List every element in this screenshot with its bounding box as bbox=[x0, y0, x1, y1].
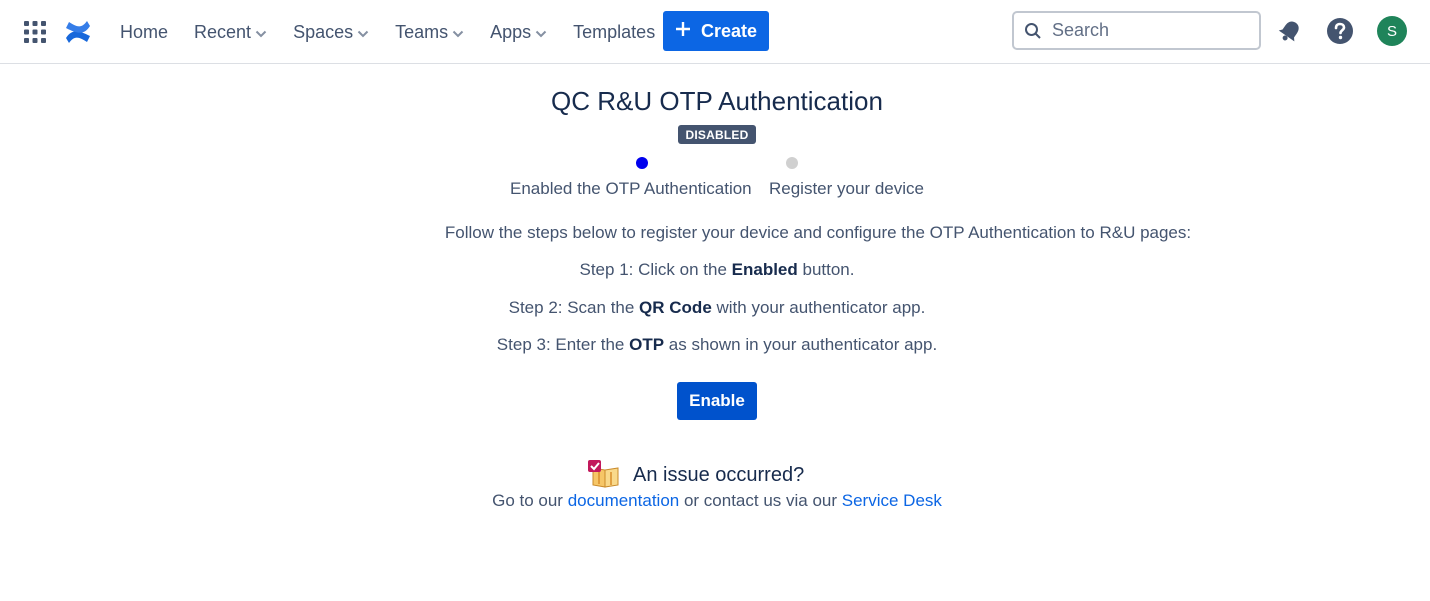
instruction-text: as shown in your authenticator app. bbox=[664, 335, 938, 354]
user-avatar[interactable]: S bbox=[1377, 16, 1407, 46]
nav-apps[interactable]: Apps bbox=[478, 14, 559, 50]
instruction-emphasis: OTP bbox=[629, 335, 665, 354]
step-2-label: Register your device bbox=[769, 179, 924, 198]
create-button[interactable]: Create bbox=[663, 11, 769, 51]
enable-button[interactable]: Enable bbox=[677, 382, 757, 420]
help-icon[interactable] bbox=[1326, 17, 1354, 50]
nav-home-label: Home bbox=[120, 21, 169, 42]
page-title: QC R&U OTP Authentication bbox=[551, 86, 883, 116]
instruction-text: with your authenticator app. bbox=[711, 298, 926, 317]
instruction-text: Step 1: Click on the bbox=[579, 260, 732, 279]
instruction-text: Step 3: Enter the bbox=[496, 335, 630, 354]
nav-teams-label: Teams bbox=[395, 21, 449, 42]
support-text: or contact us via our bbox=[679, 491, 842, 510]
create-button-label: Create bbox=[700, 20, 758, 41]
primary-nav: Home Recent Spaces Teams Apps Templates bbox=[108, 0, 669, 64]
instructions-intro: Follow the steps below to register your … bbox=[444, 223, 1192, 242]
nav-spaces-label: Spaces bbox=[293, 21, 354, 42]
support-line: Go to our documentation or contact us vi… bbox=[0, 491, 1430, 511]
nav-teams[interactable]: Teams bbox=[383, 14, 476, 50]
nav-templates-label: Templates bbox=[573, 21, 656, 42]
nav-home[interactable]: Home bbox=[108, 14, 180, 50]
search-input[interactable] bbox=[1050, 19, 1244, 42]
issue-heading: An issue occurred? bbox=[633, 464, 805, 486]
step-indicator-active-dot bbox=[636, 157, 648, 169]
instruction-text: Step 2: Scan the bbox=[508, 298, 640, 317]
top-navigation-bar: Home Recent Spaces Teams Apps Templates … bbox=[0, 0, 1430, 64]
nav-templates[interactable]: Templates bbox=[561, 14, 667, 50]
search-box[interactable] bbox=[1012, 11, 1261, 50]
chevron-down-icon bbox=[255, 22, 267, 43]
support-text: Go to our bbox=[492, 491, 568, 510]
avatar-initial: S bbox=[1386, 22, 1397, 40]
app-switcher-grid-icon[interactable] bbox=[22, 19, 48, 45]
checklist-book-icon bbox=[587, 460, 623, 493]
status-badge: DISABLED bbox=[678, 125, 756, 144]
instruction-text: button. bbox=[797, 260, 855, 279]
documentation-link[interactable]: documentation bbox=[568, 491, 680, 510]
notifications-bell-icon[interactable] bbox=[1277, 17, 1303, 50]
instruction-step-2: Step 2: Scan the QR Code with your authe… bbox=[0, 298, 1430, 318]
step-1-label: Enabled the OTP Authentication bbox=[510, 179, 752, 198]
nav-spaces[interactable]: Spaces bbox=[281, 14, 381, 50]
instruction-emphasis: QR Code bbox=[639, 298, 712, 317]
search-icon bbox=[1024, 22, 1042, 40]
nav-recent[interactable]: Recent bbox=[182, 14, 279, 50]
step-indicator-inactive-dot bbox=[786, 157, 798, 169]
plus-icon bbox=[675, 21, 691, 42]
chevron-down-icon bbox=[535, 22, 547, 43]
nav-apps-label: Apps bbox=[490, 21, 532, 42]
nav-recent-label: Recent bbox=[194, 21, 252, 42]
service-desk-link[interactable]: Service Desk bbox=[842, 491, 942, 510]
chevron-down-icon bbox=[357, 22, 369, 43]
instruction-step-3: Step 3: Enter the OTP as shown in your a… bbox=[0, 335, 1430, 355]
confluence-logo[interactable] bbox=[64, 18, 92, 46]
instruction-emphasis: Enabled bbox=[731, 260, 798, 279]
instruction-step-1: Step 1: Click on the Enabled button. bbox=[0, 260, 1430, 280]
chevron-down-icon bbox=[452, 22, 464, 43]
